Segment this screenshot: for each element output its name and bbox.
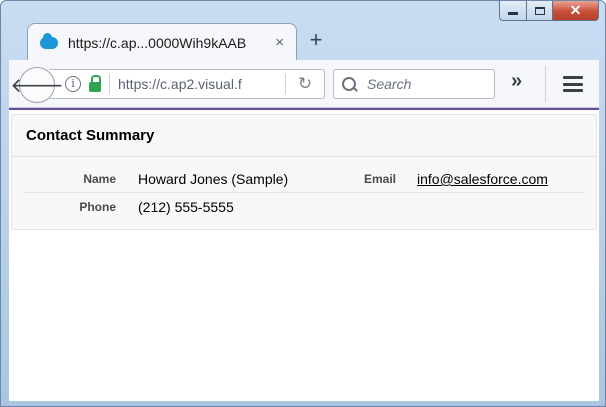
phone-value: (212) 555-5555 [138,199,234,215]
browser-tab[interactable]: https://c.ap...0000Wih9kAAB × [27,23,297,61]
toolbar-divider [545,66,546,102]
back-button[interactable]: 🡐 [10,67,64,103]
url-divider [109,74,110,94]
salesforce-cloud-icon [40,32,58,49]
search-icon [342,76,357,92]
minimize-icon [508,12,518,15]
name-value: Howard Jones (Sample) [138,171,289,187]
tab-close-icon[interactable]: × [275,34,284,51]
navigation-toolbar: i https://c.ap2.visual.f ↻ 🡐 Search » [9,60,599,108]
name-label: Name [83,172,116,186]
email-link[interactable]: info@salesforce.com [417,171,548,187]
search-input[interactable]: Search [333,69,495,99]
overflow-chevron-icon[interactable]: » [511,70,522,93]
tab-title: https://c.ap...0000Wih9kAAB [68,34,247,51]
close-window-button[interactable]: ✕ [553,1,599,21]
section-title: Contact Summary [26,127,155,144]
new-tab-button[interactable]: + [305,29,327,51]
arrow-left-icon: 🡐 [10,74,64,97]
url-bar[interactable]: i https://c.ap2.visual.f ↻ [49,69,325,99]
page-content: Contact Summary Name Howard Jones (Sampl… [9,108,599,401]
email-label: Email [363,172,396,186]
phone-label: Phone [79,200,116,214]
info-icon[interactable]: i [65,76,81,92]
maximize-icon [534,6,545,15]
card-header: Contact Summary [12,115,596,157]
close-icon: ✕ [569,2,582,18]
window-controls: ✕ [499,1,599,23]
browser-window: ✕ https://c.ap...0000Wih9kAAB × + i http… [0,0,606,407]
field-row-name-email: Name Howard Jones (Sample) Email info@sa… [24,157,584,193]
lock-icon[interactable] [89,74,101,92]
maximize-button[interactable] [527,1,553,21]
reload-icon[interactable]: ↻ [286,74,324,94]
field-row-phone: Phone (212) 555-5555 [12,193,596,229]
contact-summary-card: Contact Summary Name Howard Jones (Sampl… [11,114,597,230]
url-text[interactable]: https://c.ap2.visual.f [118,76,285,92]
minimize-button[interactable] [499,1,527,21]
hamburger-menu-icon[interactable] [563,76,583,92]
search-placeholder: Search [367,76,412,92]
